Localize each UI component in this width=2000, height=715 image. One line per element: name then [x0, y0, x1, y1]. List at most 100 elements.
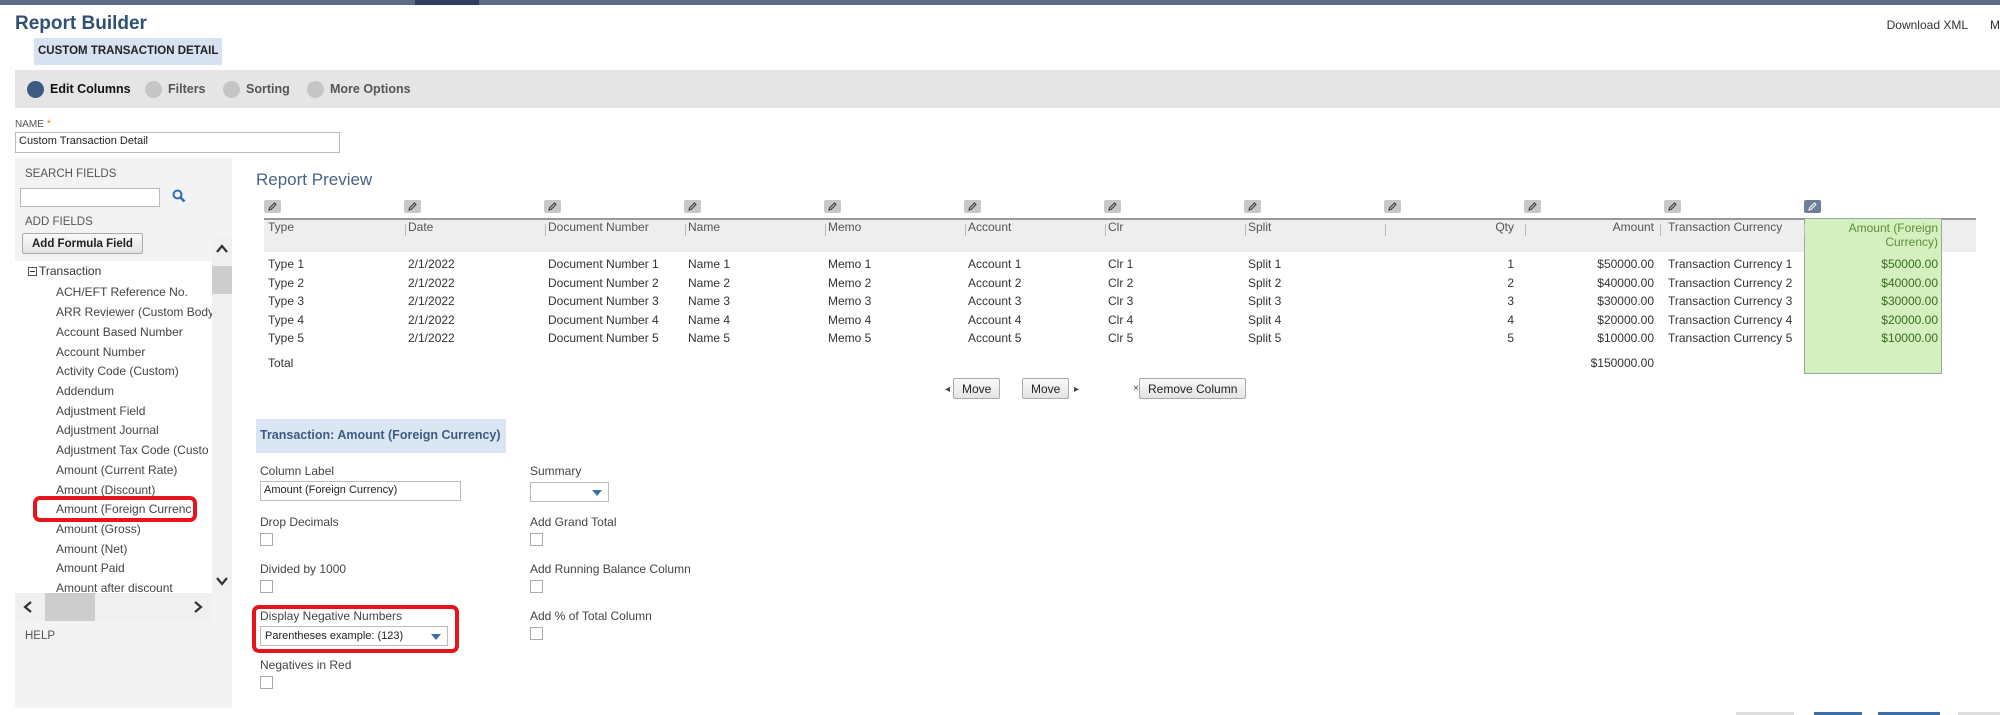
step-sorting[interactable]: Sorting — [223, 70, 290, 108]
field-item[interactable]: Amount Paid — [56, 561, 212, 575]
field-item[interactable]: Account Number — [56, 345, 212, 359]
field-item[interactable]: ACH/EFT Reference No. — [56, 285, 212, 299]
edit-pencil-icon[interactable] — [1104, 200, 1121, 213]
summary-select[interactable] — [530, 482, 609, 502]
step-edit-columns[interactable]: Edit Columns — [27, 70, 131, 108]
required-mark: * — [46, 118, 51, 130]
field-item[interactable]: Amount (Discount) — [56, 483, 212, 497]
collapse-icon[interactable] — [28, 266, 37, 276]
divided-by-1000-checkbox[interactable] — [260, 580, 273, 593]
edit-pencil-icon[interactable] — [1524, 200, 1541, 213]
column-divider[interactable] — [1660, 224, 1661, 236]
search-icon[interactable] — [171, 188, 187, 204]
field-item[interactable]: Amount (Gross) — [56, 522, 212, 536]
field-item[interactable]: ARR Reviewer (Custom Body — [56, 305, 212, 319]
edit-pencil-icon[interactable] — [824, 200, 841, 213]
page-title: Report Builder — [15, 13, 147, 34]
table-cell: Clr 4 — [1108, 312, 1134, 327]
column-header-date[interactable]: Date — [408, 220, 433, 234]
column-divider[interactable] — [825, 224, 826, 236]
running-balance-label: Add Running Balance Column — [530, 562, 691, 576]
column-settings-title: Transaction: Amount (Foreign Currency) — [260, 428, 501, 442]
fields-vertical-scrollbar[interactable] — [212, 238, 232, 593]
tree-group-transaction[interactable]: Transaction — [28, 264, 101, 278]
table-cell: Document Number 4 — [548, 312, 659, 327]
add-formula-field-button[interactable]: Add Formula Field — [22, 233, 143, 254]
edit-pencil-icon[interactable] — [1664, 200, 1681, 213]
column-divider[interactable] — [965, 224, 966, 236]
table-cell: 2/1/2022 — [408, 331, 455, 345]
edit-pencil-icon[interactable] — [1244, 200, 1261, 213]
scroll-thumb[interactable] — [212, 266, 232, 294]
column-edit-icons — [264, 200, 1976, 214]
field-item[interactable]: Activity Code (Custom) — [56, 364, 212, 378]
more-link[interactable]: M — [1990, 18, 2000, 32]
column-divider[interactable] — [1804, 224, 1805, 236]
step-more-options[interactable]: More Options — [307, 70, 411, 108]
edit-pencil-icon[interactable] — [404, 200, 421, 213]
table-cell: $10000.00 — [1881, 331, 1938, 345]
column-divider[interactable] — [545, 224, 546, 236]
column-header-type[interactable]: Type — [268, 220, 294, 234]
column-header-name[interactable]: Name — [688, 220, 720, 234]
chevron-down-icon[interactable] — [215, 574, 229, 588]
chevron-right-icon[interactable] — [191, 600, 205, 614]
table-cell: $50000.00 — [1881, 257, 1938, 271]
search-fields-input[interactable] — [20, 188, 160, 207]
field-item[interactable]: Amount (Current Rate) — [56, 463, 212, 477]
subtab-custom-transaction-detail[interactable]: CUSTOM TRANSACTION DETAIL — [34, 38, 223, 65]
remove-column-button[interactable]: Remove Column — [1139, 378, 1247, 399]
column-header-qty[interactable]: Qty — [1384, 220, 1514, 234]
column-header-memo[interactable]: Memo — [828, 220, 861, 234]
edit-pencil-icon[interactable] — [264, 200, 281, 213]
step-dot-icon — [27, 80, 44, 98]
add-grand-total-checkbox[interactable] — [530, 533, 543, 546]
edit-pencil-icon[interactable] — [1384, 200, 1401, 213]
divided-by-1000-label: Divided by 1000 — [260, 562, 347, 576]
pct-total-checkbox[interactable] — [530, 627, 543, 640]
edit-pencil-icon-selected[interactable] — [1804, 200, 1821, 213]
negatives-in-red-checkbox[interactable] — [260, 676, 273, 689]
fields-horizontal-scrollbar[interactable] — [15, 593, 212, 621]
edit-pencil-icon[interactable] — [684, 200, 701, 213]
table-cell: Account 1 — [968, 257, 1022, 271]
table-cell: Clr 2 — [1108, 275, 1134, 290]
help-label[interactable]: HELP — [25, 630, 55, 642]
column-header-amount[interactable]: Amount — [1524, 220, 1654, 234]
column-divider[interactable] — [405, 224, 406, 236]
running-balance-checkbox[interactable] — [530, 580, 543, 593]
column-header-account[interactable]: Account — [968, 220, 1011, 234]
field-item[interactable]: Amount (Net) — [56, 542, 212, 556]
column-divider[interactable] — [1525, 224, 1526, 236]
chevron-up-icon[interactable] — [215, 242, 229, 256]
step-filters[interactable]: Filters — [145, 70, 206, 108]
table-cell: 4 — [1507, 312, 1514, 327]
edit-pencil-icon[interactable] — [544, 200, 561, 213]
download-xml-link[interactable]: Download XML — [1887, 18, 1968, 32]
column-header-document-number[interactable]: Document Number — [548, 220, 649, 234]
drop-decimals-checkbox[interactable] — [260, 533, 273, 546]
table-cell: Account 5 — [968, 331, 1022, 345]
column-divider[interactable] — [1245, 224, 1246, 236]
field-item[interactable]: Adjustment Journal — [56, 423, 212, 437]
report-name-input[interactable]: Custom Transaction Detail — [15, 132, 340, 153]
chevron-left-icon[interactable] — [21, 600, 35, 614]
column-header-clr[interactable]: Clr — [1108, 220, 1123, 234]
field-item[interactable]: Adjustment Field — [56, 404, 212, 418]
move-left-button[interactable]: Move — [953, 378, 1001, 399]
column-divider[interactable] — [685, 224, 686, 236]
scroll-thumb[interactable] — [45, 593, 95, 621]
table-cell: Split 1 — [1248, 257, 1282, 271]
field-item[interactable]: Addendum — [56, 384, 212, 398]
column-header-amount-foreign-currency[interactable]: Amount (Foreign Currency) — [1806, 221, 1938, 249]
column-header-split[interactable]: Split — [1248, 220, 1271, 234]
column-label-input[interactable]: Amount (Foreign Currency) — [260, 481, 461, 501]
column-header-transaction-currency[interactable]: Transaction Currency — [1668, 220, 1782, 234]
field-item[interactable]: Adjustment Tax Code (Custo — [56, 443, 212, 457]
column-divider[interactable] — [1105, 224, 1106, 236]
move-right-button[interactable]: Move — [1022, 378, 1070, 399]
column-divider[interactable] — [1385, 224, 1386, 236]
edit-pencil-icon[interactable] — [964, 200, 981, 213]
field-item[interactable]: Amount after discount — [56, 581, 212, 593]
field-item[interactable]: Account Based Number — [56, 325, 212, 339]
